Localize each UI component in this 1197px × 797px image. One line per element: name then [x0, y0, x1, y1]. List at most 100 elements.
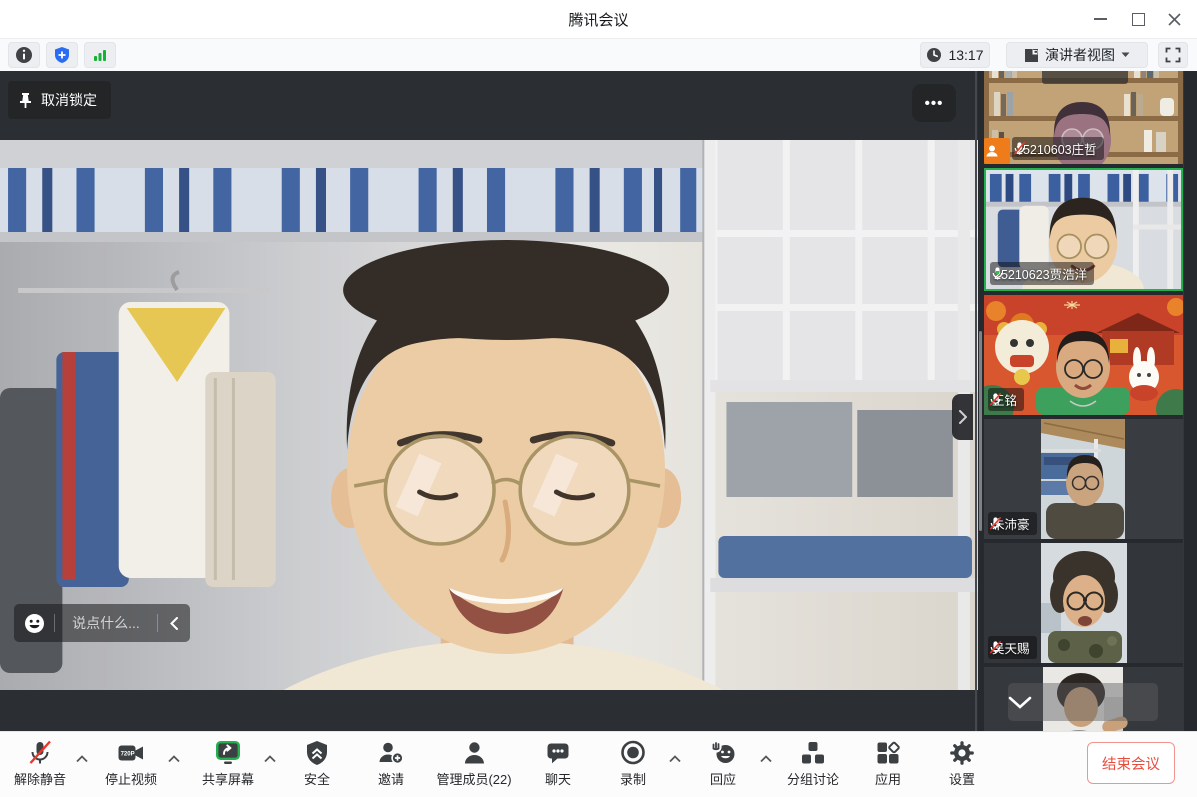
security-button[interactable]: 安全 [303, 739, 331, 788]
minimize-icon [1094, 18, 1107, 20]
sidebar-scrollbar-thumb[interactable] [979, 331, 982, 531]
mic-muted-icon [988, 392, 1003, 407]
chevron-up-icon [760, 755, 772, 763]
chat-button[interactable]: 聊天 [544, 739, 572, 788]
settings-button[interactable]: 设置 [948, 739, 976, 788]
participant-tile-6[interactable] [984, 667, 1183, 731]
sidebar-collapse-handle[interactable] [952, 394, 973, 440]
breakout-rooms-button[interactable]: 分组讨论 [787, 739, 839, 788]
more-options-button[interactable]: ••• [912, 84, 956, 122]
meeting-info-button[interactable] [8, 42, 40, 68]
main-region: 取消锁定 ••• 说点什么... [0, 71, 1197, 731]
scroll-down-button[interactable] [1008, 683, 1158, 721]
manage-members-button[interactable]: 管理成员(22) [436, 739, 511, 788]
breakout-icon [799, 739, 827, 767]
fullscreen-icon [1165, 47, 1181, 63]
video-quality-badge: 720P [121, 751, 135, 757]
share-screen-label: 共享屏幕 [202, 769, 254, 788]
emoji-button[interactable] [14, 613, 54, 634]
scroll-down-icon [1008, 696, 1032, 709]
participant-tile-2[interactable]: 25210623贾浩洋 [984, 168, 1183, 291]
video-options-chevron[interactable] [168, 750, 180, 768]
quick-message-bar[interactable]: 说点什么... [14, 604, 190, 642]
message-input-placeholder[interactable]: 说点什么... [55, 613, 157, 633]
meeting-security-button[interactable] [46, 42, 78, 68]
participant-tile-3[interactable]: 王铭 [984, 295, 1183, 415]
stop-video-label: 停止视频 [105, 769, 157, 788]
participant-tile-5[interactable]: 吴天赐 [984, 543, 1183, 663]
chevron-up-icon [168, 755, 180, 763]
chevron-down-icon [1121, 52, 1130, 58]
manage-members-label: 管理成员(22) [436, 769, 511, 788]
apps-icon [874, 739, 902, 767]
record-button[interactable]: 录制 [619, 739, 647, 788]
collapse-message-button[interactable] [158, 617, 190, 630]
share-screen-button[interactable]: 共享屏幕 [202, 739, 254, 788]
unmute-button[interactable]: 解除静音 [14, 739, 66, 788]
chat-icon [544, 739, 572, 767]
participant-label-4: 朱沛豪 [988, 512, 1037, 535]
clock-icon [926, 47, 942, 63]
stage: 取消锁定 ••• 说点什么... [0, 71, 978, 731]
emoji-icon [24, 613, 45, 634]
invite-button[interactable]: 邀请 [377, 739, 405, 788]
person-icon [984, 143, 1000, 159]
meeting-timer-button[interactable]: 13:17 [920, 42, 990, 68]
participant-tile-1[interactable]: 25210603庄哲 [984, 71, 1183, 164]
meeting-time: 13:17 [948, 47, 983, 63]
meeting-window: 腾讯会议 13:17 演讲者视图 [0, 0, 1197, 797]
share-screen-icon [214, 739, 242, 767]
divider [1183, 71, 1184, 731]
participant-name: 25210603庄哲 [1016, 139, 1097, 158]
shield-plus-icon [53, 46, 71, 64]
reactions-button[interactable]: 回应 [709, 739, 737, 788]
collapse-left-icon [170, 617, 178, 630]
mic-muted-icon [1012, 141, 1027, 156]
network-status-button[interactable] [84, 42, 116, 68]
info-icon [15, 46, 33, 64]
mic-muted-icon [988, 640, 1003, 655]
invite-label: 邀请 [378, 769, 404, 788]
member-role-badge [984, 138, 1010, 164]
mic-muted-icon [26, 739, 54, 767]
invite-icon [377, 739, 405, 767]
chevron-up-icon [669, 755, 681, 763]
layout-view-icon [1024, 48, 1039, 63]
participant-label-2: 25210623贾浩洋 [990, 262, 1094, 285]
record-options-chevron[interactable] [669, 750, 681, 768]
view-mode-label: 演讲者视图 [1045, 45, 1115, 65]
members-icon [460, 739, 488, 767]
audio-options-chevron[interactable] [76, 750, 88, 768]
participant-name: 25210623贾浩洋 [994, 264, 1087, 283]
chevron-up-icon [76, 755, 88, 763]
camera-icon: 720P [117, 739, 145, 767]
participant-label-3: 王铭 [988, 388, 1024, 411]
unpin-button[interactable]: 取消锁定 [8, 81, 111, 119]
bottom-toolbar: 解除静音 720P 停止视频 共享屏幕 安全 邀请 管理成员 [0, 731, 1197, 797]
record-label: 录制 [620, 769, 646, 788]
reaction-icon [709, 739, 737, 767]
apps-button[interactable]: 应用 [874, 739, 902, 788]
view-mode-dropdown[interactable]: 演讲者视图 [1006, 42, 1148, 68]
stop-video-button[interactable]: 720P 停止视频 [105, 739, 157, 788]
participant-tile-4[interactable]: 朱沛豪 [984, 419, 1183, 539]
minimize-button[interactable] [1083, 4, 1117, 34]
expand-right-icon [959, 410, 967, 424]
window-title: 腾讯会议 [0, 9, 1197, 30]
fullscreen-button[interactable] [1158, 42, 1188, 68]
unmute-label: 解除静音 [14, 769, 66, 788]
security-label: 安全 [304, 769, 330, 788]
chat-label: 聊天 [545, 769, 571, 788]
reactions-label: 回应 [710, 769, 736, 788]
reactions-options-chevron[interactable] [760, 750, 772, 768]
share-options-chevron[interactable] [264, 750, 276, 768]
pin-icon [18, 92, 33, 109]
participant-label-5: 吴天赐 [988, 636, 1037, 659]
close-icon [1168, 13, 1181, 26]
top-toolbar: 13:17 演讲者视图 [0, 39, 1197, 71]
close-button[interactable] [1157, 4, 1191, 34]
end-meeting-button[interactable]: 结束会议 [1087, 742, 1175, 784]
unpin-label: 取消锁定 [41, 90, 97, 110]
maximize-button[interactable] [1121, 4, 1155, 34]
participant-label-1: 25210603庄哲 [1012, 137, 1104, 160]
